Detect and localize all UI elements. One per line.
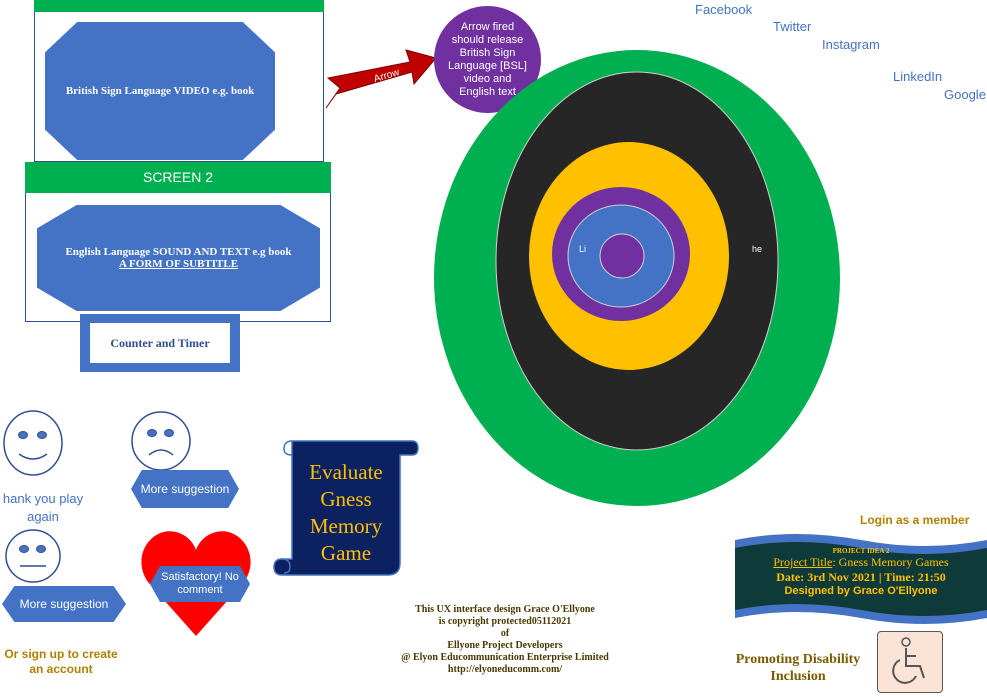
- login-link[interactable]: Login as a member: [860, 513, 969, 527]
- project-title-line: Project Title: Gness Memory Games: [740, 555, 982, 570]
- social-link-linkedin[interactable]: LinkedIn: [893, 69, 942, 84]
- sad-face-icon[interactable]: [130, 410, 192, 472]
- social-link-google[interactable]: Google: [944, 87, 986, 102]
- counter-timer-inner: Counter and Timer: [90, 323, 230, 363]
- neutral-face-icon[interactable]: [4, 528, 62, 584]
- copyright-line-3: of: [500, 628, 510, 639]
- screen2-title: SCREEN 2: [142, 169, 214, 185]
- screen1-header-bar: [34, 0, 324, 12]
- signup-link[interactable]: Or sign up to create an account: [2, 647, 120, 677]
- english-sound-text-label: English Language SOUND AND TEXT e.g book: [65, 246, 292, 258]
- screen2-header-bar: SCREEN 2: [25, 162, 331, 193]
- bsl-video-button[interactable]: British Sign Language VIDEO e.g. book: [45, 22, 275, 160]
- target-board[interactable]: Li he: [434, 49, 840, 507]
- copyright-line-1: This UX interface design Grace O'Ellyone: [415, 604, 595, 615]
- satisfactory-button[interactable]: Satisfactory! No comment: [150, 566, 250, 602]
- social-link-twitter[interactable]: Twitter: [773, 19, 811, 34]
- copyright-line-5: @ Elyon Educommunication Enterprise Limi…: [401, 652, 609, 663]
- more-suggestion-button-2[interactable]: More suggestion: [2, 586, 126, 622]
- project-title-label: Project Title: [773, 555, 833, 569]
- target-left-label: Li: [579, 244, 586, 254]
- more-suggestion-label-1: More suggestion: [140, 482, 230, 496]
- target-right-label: he: [752, 244, 762, 254]
- arrow-graphic[interactable]: Arrow: [322, 48, 438, 110]
- subtitle-label: A FORM OF SUBTITLE: [118, 258, 239, 270]
- counter-timer-label: Counter and Timer: [110, 335, 210, 350]
- counter-timer-box[interactable]: Counter and Timer: [80, 314, 240, 372]
- scroll-title: Evaluate Gness Memory Game: [309, 460, 383, 565]
- satisfactory-label: Satisfactory! No comment: [161, 571, 239, 596]
- more-suggestion-label-2: More suggestion: [19, 597, 109, 611]
- copyright-link[interactable]: http://elyoneducomm.com/: [380, 664, 630, 676]
- project-designer: Designed by Grace O'Ellyone: [784, 585, 938, 597]
- disability-text: Promoting Disability Inclusion: [735, 652, 861, 684]
- copyright-block: This UX interface design Grace O'Ellyone…: [380, 604, 630, 676]
- project-idea-label: PROJECT IDEA 2: [832, 547, 890, 555]
- copyright-line-4: Ellyone Project Developers: [447, 640, 563, 651]
- social-link-facebook[interactable]: Facebook: [695, 2, 752, 17]
- more-suggestion-button-1[interactable]: More suggestion: [131, 470, 239, 508]
- bsl-video-label: British Sign Language VIDEO e.g. book: [65, 85, 255, 97]
- project-title-value: : Gness Memory Games: [832, 555, 949, 569]
- target-bullseye: [599, 233, 645, 279]
- happy-face-icon[interactable]: [2, 409, 64, 477]
- project-date: Date: 3rd Nov 2021 | Time: 21:50: [776, 570, 946, 584]
- wheelchair-badge: [877, 631, 943, 693]
- wheelchair-icon: [892, 637, 925, 684]
- thank-you-text: hank you play again: [2, 491, 84, 524]
- english-sound-text-button[interactable]: English Language SOUND AND TEXT e.g book…: [37, 205, 320, 311]
- project-banner-text: PROJECT IDEA 2 Project Title: Gness Memo…: [740, 547, 982, 597]
- copyright-line-2: is copyright protected05112021: [438, 616, 572, 627]
